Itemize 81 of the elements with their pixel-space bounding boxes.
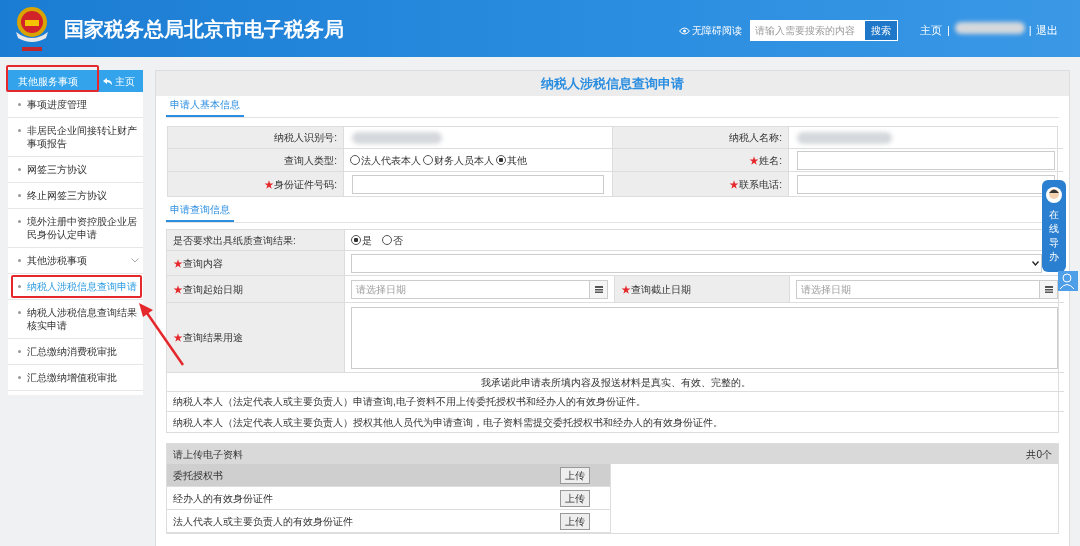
bullet-icon <box>18 194 21 197</box>
sidebar-item[interactable]: 网签三方协议 <box>8 157 143 183</box>
separator: | <box>947 23 950 39</box>
field-label: ★查询内容 <box>173 256 223 271</box>
field-label: ★查询截止日期 <box>621 282 691 297</box>
bullet-icon <box>18 220 21 223</box>
upload-button[interactable]: 上传 <box>560 489 590 507</box>
upload-title: 请上传电子资料 <box>173 447 243 462</box>
file-count: 共0个 <box>1026 447 1052 462</box>
search-field[interactable]: 请输入需要搜索的内容 <box>750 20 864 41</box>
sidebar-item[interactable]: 纳税人涉税信息查询结果核实申请 <box>8 300 143 339</box>
document-label: 法人代表人或主要负责人的有效身份证件 <box>173 514 353 529</box>
chevron-down-icon <box>131 258 139 263</box>
radio-button[interactable] <box>382 235 392 245</box>
section-tab[interactable]: 申请查询信息 <box>166 202 234 222</box>
bullet-icon <box>18 103 21 106</box>
back-icon <box>103 77 112 85</box>
bullet-icon <box>18 259 21 262</box>
bullet-icon <box>18 311 21 314</box>
input-field[interactable] <box>797 174 1055 194</box>
caret-icon <box>1032 260 1039 266</box>
input-field[interactable] <box>352 174 604 194</box>
search-button[interactable]: 搜索 <box>864 20 898 41</box>
bullet-icon <box>18 129 21 132</box>
sidebar-item[interactable]: 其他涉税事项 <box>8 248 143 274</box>
field-label: ★查询结果用途 <box>173 331 243 345</box>
radio-button[interactable] <box>496 155 506 165</box>
sidebar-item[interactable]: 汇总缴纳消费税审批 <box>8 339 143 365</box>
sidebar-item[interactable]: 境外注册中资控股企业居民身份认定申请 <box>8 209 143 248</box>
bullet-icon <box>18 376 21 379</box>
field-label: ★姓名: <box>749 153 782 168</box>
radio-label: 财务人员本人 <box>434 153 494 168</box>
sidebar-title: 其他服务事项 <box>18 74 78 89</box>
calendar-icon <box>1044 285 1053 293</box>
field-label: 是否要求出具纸质查询结果: <box>173 233 296 248</box>
guide-label: 在线导办 <box>1049 208 1059 264</box>
bullet-icon <box>18 168 21 171</box>
calendar-icon <box>594 285 603 293</box>
radio-label: 是 <box>362 233 372 248</box>
radio-button[interactable] <box>423 155 433 165</box>
date-field[interactable]: 请选择日期 <box>796 279 1040 299</box>
document-label: 委托授权书 <box>173 468 223 483</box>
page-title: 纳税人涉税信息查询申请 <box>541 74 684 93</box>
pointer-arrow <box>137 301 185 367</box>
note-text: 纳税人本人（法定代表人或主要负责人）申请查询,电子资料不用上传委托授权书和经办人的有效身份证件。 <box>173 395 646 409</box>
calendar-button[interactable] <box>1040 279 1058 299</box>
pledge-text: 我承诺此申请表所填内容及报送材料是真实、有效、完整的。 <box>480 375 751 390</box>
bullet-icon <box>18 350 21 353</box>
sidebar-item[interactable]: 汇总缴纳增值税审批 <box>8 365 143 391</box>
site-title: 国家税务总局北京市电子税务局 <box>64 16 344 42</box>
eye-icon <box>679 26 690 35</box>
upload-row[interactable]: 法人代表人或主要负责人的有效身份证件 上传 <box>167 510 610 533</box>
assistant-icon <box>1045 186 1063 204</box>
upload-button[interactable]: 上传 <box>560 466 590 484</box>
field-label: 查询人类型: <box>284 153 337 168</box>
radio-button[interactable] <box>351 235 361 245</box>
date-field[interactable]: 请选择日期 <box>351 279 590 299</box>
field-label: ★联系电话: <box>729 177 782 192</box>
calendar-button[interactable] <box>590 279 608 299</box>
separator: | <box>1028 23 1032 39</box>
document-label: 经办人的有效身份证件 <box>173 491 273 506</box>
field-label: ★身份证件号码: <box>264 177 337 192</box>
upload-row[interactable]: 经办人的有效身份证件 上传 <box>167 487 610 510</box>
section-tab[interactable]: 申请人基本信息 <box>166 97 244 117</box>
sidebar-item[interactable]: 事项进度管理 <box>8 92 143 118</box>
upload-button[interactable]: 上传 <box>560 512 590 530</box>
online-guide-button[interactable]: 在线导办 <box>1042 180 1066 272</box>
note-text: 纳税人本人（法定代表人或主要负责人）授权其他人员代为申请查询，电子资料需提交委托授权书和经办人的有效身份证件。 <box>173 415 723 430</box>
redacted-mark <box>954 22 1025 35</box>
input-field[interactable] <box>797 150 1055 170</box>
field-label: 纳税人识别号: <box>274 131 337 145</box>
radio-button[interactable] <box>350 155 360 165</box>
radio-label: 法人代表本人 <box>361 153 421 168</box>
bullet-icon <box>18 285 21 288</box>
field-label: 纳税人名称: <box>729 131 782 145</box>
radio-label: 否 <box>393 233 403 248</box>
upload-row[interactable]: 委托授权书 上传 <box>167 464 610 487</box>
field-label: ★查询起始日期 <box>173 282 243 297</box>
sidebar-item[interactable]: 终止网签三方协议 <box>8 183 143 209</box>
sidebar-item[interactable]: 非居民企业间接转让财产事项报告 <box>8 118 143 157</box>
radio-label: 其他 <box>507 153 527 168</box>
